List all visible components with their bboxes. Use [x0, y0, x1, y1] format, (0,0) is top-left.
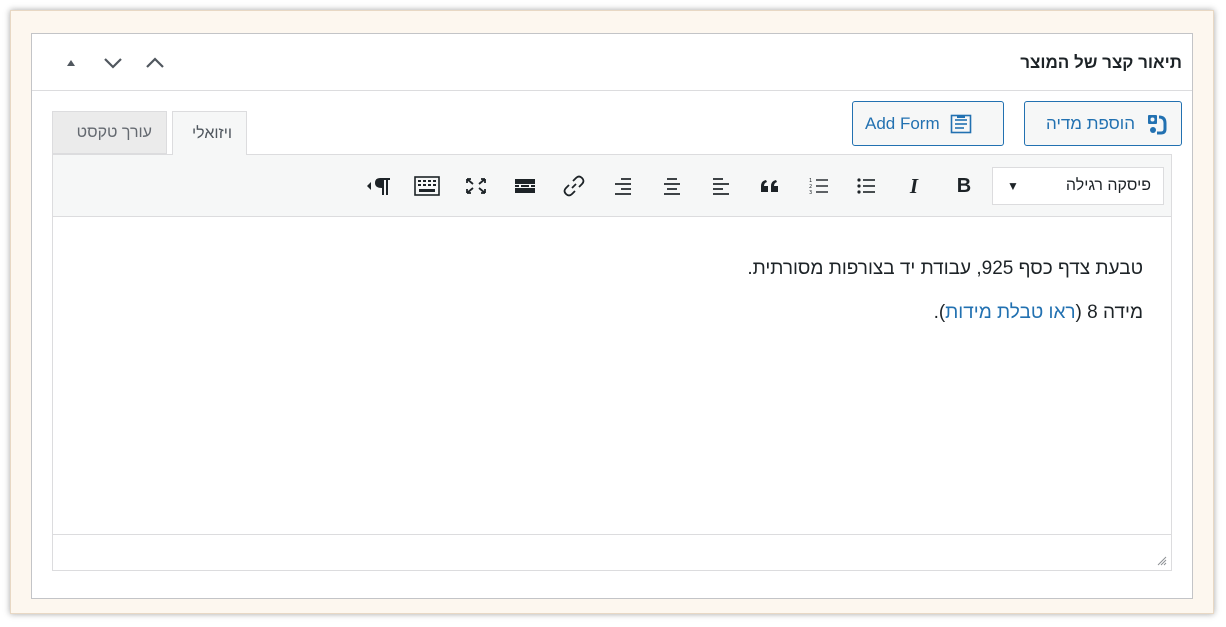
- align-right-button[interactable]: [607, 170, 639, 202]
- content-paragraph-1: טבעת צדף כסף 925, עבודת יד בצורפות מסורת…: [81, 257, 1143, 281]
- blockquote-button[interactable]: [754, 170, 786, 202]
- fullscreen-icon: [466, 178, 486, 194]
- tab-text-label: עורך טקסט: [76, 123, 152, 141]
- link-icon: [563, 175, 585, 197]
- bulleted-list-icon: [857, 178, 875, 194]
- resize-handle-icon[interactable]: [1155, 554, 1167, 566]
- align-right-icon: [615, 178, 631, 195]
- product-short-description-metabox: תיאור קצר של המוצר הוספת מדיה Add Form ע: [31, 33, 1193, 599]
- paragraph-rtl-icon: [367, 178, 390, 195]
- read-more-button[interactable]: [509, 170, 541, 202]
- add-media-button[interactable]: הוספת מדיה: [1024, 101, 1182, 146]
- insert-link-button[interactable]: [558, 170, 590, 202]
- size-chart-link[interactable]: ראו טבלת מידות: [945, 302, 1075, 323]
- align-center-button[interactable]: [656, 170, 688, 202]
- chevron-up-icon: [146, 57, 164, 68]
- editor: ▼ פיסקה רגילה B I 1 2 3 טבעת צדף כסף 925…: [52, 154, 1172, 571]
- screenshot-frame: תיאור קצר של המוצר הוספת מדיה Add Form ע: [10, 10, 1214, 614]
- italic-button[interactable]: I: [898, 170, 930, 202]
- editor-statusbar: [53, 534, 1171, 570]
- editor-toolbar: ▼ פיסקה רגילה B I 1 2 3: [53, 155, 1171, 217]
- move-down-button[interactable]: [92, 50, 134, 76]
- form-icon: [950, 114, 971, 133]
- toolbar-toggle-button[interactable]: [411, 170, 443, 202]
- toggle-panel-button[interactable]: [50, 50, 92, 76]
- bold-button[interactable]: B: [948, 170, 980, 202]
- content-line-2-prefix: מידה 8 (: [1075, 302, 1143, 323]
- format-select-value: פיסקה רגילה: [1065, 177, 1151, 194]
- add-media-label: הוספת מדיה: [1046, 113, 1135, 133]
- content-line-2-suffix: ).: [933, 302, 946, 323]
- content-line-1: טבעת צדף כסף 925, עבודת יד בצורפות מסורת…: [747, 258, 1143, 279]
- triangle-up-icon: [67, 60, 75, 66]
- align-left-icon: [713, 178, 729, 195]
- metabox-header: תיאור קצר של המוצר: [32, 34, 1192, 91]
- tab-text-editor[interactable]: עורך טקסט: [52, 111, 167, 154]
- metabox-title: תיאור קצר של המוצר: [1020, 53, 1182, 72]
- read-more-icon: [515, 179, 535, 193]
- fullscreen-button[interactable]: [460, 170, 492, 202]
- add-form-label: Add Form: [865, 113, 940, 133]
- rtl-paragraph-button[interactable]: [363, 170, 395, 202]
- bold-icon: B: [956, 174, 972, 197]
- tab-visual-label: ויזואלי: [192, 124, 232, 142]
- blockquote-icon: [761, 180, 778, 192]
- keyboard-icon: [414, 176, 440, 196]
- numbered-list-button[interactable]: 1 2 3: [803, 170, 835, 202]
- editor-content[interactable]: טבעת צדף כסף 925, עבודת יד בצורפות מסורת…: [53, 217, 1171, 535]
- align-left-button[interactable]: [705, 170, 737, 202]
- italic-icon: I: [909, 173, 919, 198]
- add-form-button[interactable]: Add Form: [852, 101, 1004, 146]
- tab-visual[interactable]: ויזואלי: [172, 111, 247, 155]
- move-up-button[interactable]: [134, 50, 176, 76]
- svg-text:3: 3: [809, 190, 812, 195]
- metabox-handles: [50, 50, 176, 76]
- chevron-down-icon: [104, 58, 122, 69]
- format-select[interactable]: ▼ פיסקה רגילה: [992, 167, 1164, 205]
- numbered-list-icon: 1 2 3: [809, 178, 828, 195]
- media-icon: [1148, 114, 1167, 134]
- dropdown-arrow-icon: ▼: [1007, 179, 1019, 193]
- bulleted-list-button[interactable]: [850, 170, 882, 202]
- align-center-icon: [664, 178, 680, 195]
- content-paragraph-2: מידה 8 (ראו טבלת מידות).: [81, 301, 1143, 325]
